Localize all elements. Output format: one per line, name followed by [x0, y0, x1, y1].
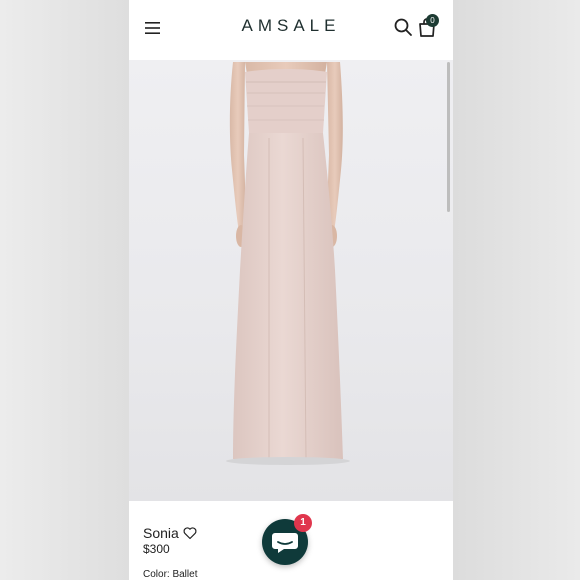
mobile-page: AMSALE 0 Sonia $300 Color: Ballet [129, 0, 453, 580]
heart-icon[interactable] [183, 526, 197, 540]
search-icon[interactable] [393, 17, 413, 37]
right-background [453, 0, 580, 580]
cart-button[interactable]: 0 [416, 14, 439, 38]
top-nav-bar: AMSALE 0 [129, 0, 453, 61]
product-color: Color: Ballet [143, 569, 198, 580]
cart-count-badge: 0 [426, 14, 439, 27]
left-background [0, 0, 129, 580]
product-name: Sonia [143, 525, 179, 541]
gown-illustration [226, 62, 350, 465]
chat-notification-badge: 1 [294, 514, 312, 532]
product-image[interactable] [129, 60, 453, 501]
product-price: $300 [143, 542, 170, 556]
page-scrollbar[interactable] [447, 62, 450, 212]
